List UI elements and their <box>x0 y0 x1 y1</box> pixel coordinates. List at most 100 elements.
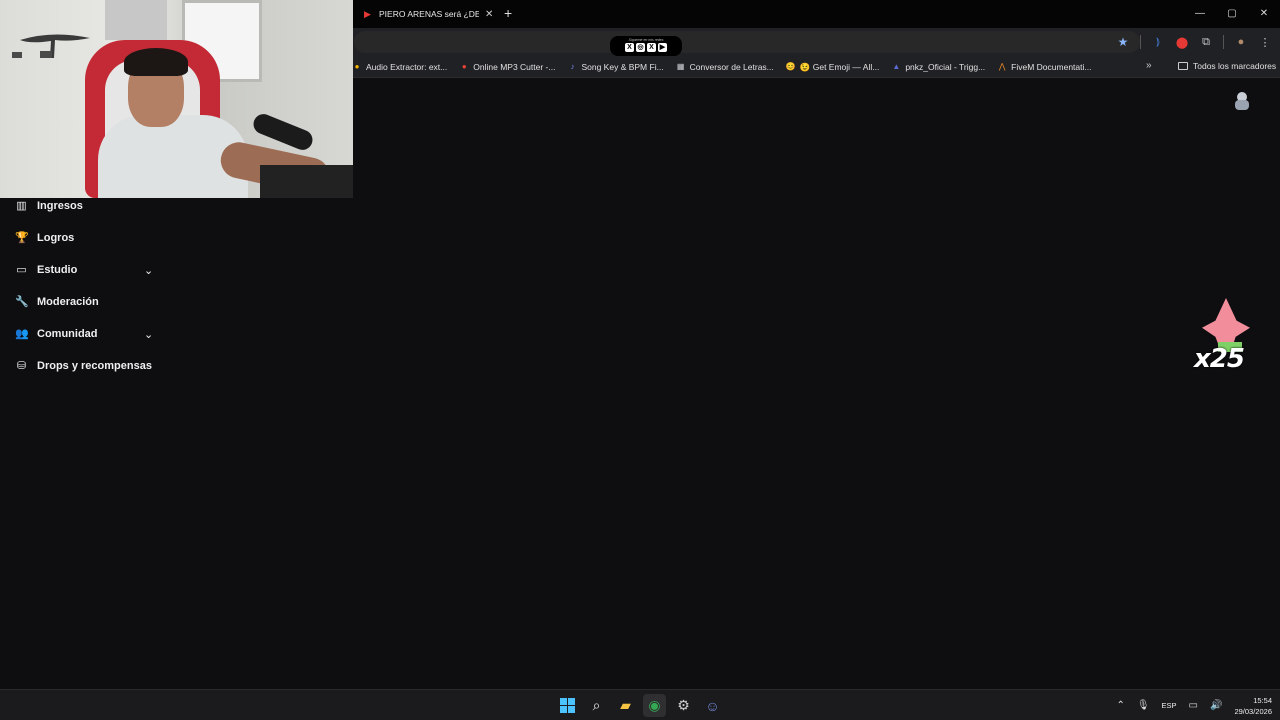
bookmark-audio-extractor[interactable]: ● Audio Extractor: ext... <box>352 62 448 72</box>
studio-icon: ▭ <box>16 263 27 276</box>
minimize-button[interactable]: — <box>1184 0 1216 28</box>
drops-icon: ⛁ <box>16 359 27 372</box>
all-bookmarks-button[interactable]: Todos los marcadores <box>1178 61 1276 71</box>
chrome-icon: ◉ <box>648 697 661 713</box>
network-icon[interactable]: ▭ <box>1189 700 1198 711</box>
webcam-overlay <box>0 0 353 198</box>
search-icon: ⌕ <box>592 697 601 713</box>
steam-icon: ⚙ <box>677 697 690 713</box>
mascot-icon <box>1235 92 1249 110</box>
youtube-favicon-icon: ▶ <box>364 9 371 19</box>
sidebar-item-estudio[interactable]: ▭ Estudio ⌄ <box>0 254 170 286</box>
bookmark-song-key[interactable]: ♪ Song Key & BPM Fi... <box>567 62 663 72</box>
music-note-icon: ♪ <box>570 62 575 71</box>
bookmark-label: pnkz_Oficial - Trigg... <box>905 62 986 72</box>
chevron-up-icon[interactable]: ⌃ <box>1116 700 1124 711</box>
new-tab-button[interactable]: + <box>504 5 512 21</box>
microphone-icon[interactable]: 🎙 <box>1137 700 1150 711</box>
tab-title: PIERO ARENAS será ¿DENU <box>379 9 479 19</box>
social-caption: Sígueme en mis redes <box>628 38 664 42</box>
all-bookmarks-label: Todos los marcadores <box>1193 61 1277 71</box>
window-controls: — ▢ ✕ <box>1184 0 1280 28</box>
wrench-icon: 🔧 <box>15 295 29 308</box>
windows-logo-icon <box>560 698 575 713</box>
sidebar-item-label: Drops y recompensas <box>37 360 152 372</box>
grid-icon: ▦ <box>676 62 685 71</box>
bookmark-favicon-icon: ● <box>461 62 467 71</box>
patrick-star-overlay: x25 <box>1188 298 1254 378</box>
chrome-button[interactable]: ◉ <box>643 694 666 717</box>
folder-icon: ▰ <box>620 697 631 713</box>
trophy-icon: 🏆 <box>15 231 29 244</box>
discord-icon: ☺ <box>705 697 720 714</box>
shelf <box>105 0 167 40</box>
instagram-icon: ◎ <box>636 43 645 52</box>
bookmark-fivem-docs[interactable]: ⋀ FiveM Documentati... <box>997 62 1092 72</box>
social-media-badge: Sígueme en mis redes X ◎ X ▶ <box>610 36 682 56</box>
shield-extension-icon[interactable]: ⬤ <box>1175 35 1189 49</box>
clock-date: 29/03/2026 <box>1234 706 1272 716</box>
x-icon: X <box>625 43 634 52</box>
chrome-menu-icon[interactable]: ⋮ <box>1258 35 1272 49</box>
multiplier-label: x25 <box>1194 344 1245 374</box>
language-indicator[interactable]: ESP <box>1162 701 1177 710</box>
sidebar-item-drops[interactable]: ⛁ Drops y recompensas <box>0 350 170 382</box>
community-icon: 👥 <box>15 327 29 340</box>
clock-time: 15:54 <box>1253 695 1272 705</box>
tab-close-icon[interactable]: ✕ <box>485 9 493 20</box>
bookmark-label: Online MP3 Cutter -... <box>473 62 556 72</box>
sidebar-item-label: Ingresos <box>37 200 83 212</box>
creator-dashboard-sidebar: ▥ Ingresos 🏆 Logros ▭ Estudio ⌄ 🔧 Modera… <box>0 190 170 382</box>
taskbar-apps: ⌕ ▰ ◉ ⚙ ☺ <box>556 694 724 717</box>
sidebar-item-label: Estudio <box>37 264 78 276</box>
close-window-button[interactable]: ✕ <box>1248 0 1280 28</box>
bookmark-label: 😉 Get Emoji — All... <box>799 61 880 72</box>
bookmark-label: Conversor de Letras... <box>689 62 774 72</box>
sidebar-item-moderacion[interactable]: 🔧 Moderación <box>0 286 170 318</box>
x-icon: X <box>647 43 656 52</box>
file-explorer-button[interactable]: ▰ <box>614 694 637 717</box>
bookmark-star-icon[interactable]: ★ <box>1116 35 1130 49</box>
triangle-icon: ▲ <box>892 62 901 71</box>
toolbar-divider <box>1140 35 1141 49</box>
streamer-hair <box>124 48 188 76</box>
clock[interactable]: 15:54 29/03/2026 <box>1234 695 1272 717</box>
chevron-down-icon[interactable]: ⌄ <box>144 264 154 277</box>
extensions-puzzle-icon[interactable]: ⧉ <box>1199 35 1213 49</box>
bookmark-label: Song Key & BPM Fi... <box>581 62 664 72</box>
bookmark-label: FiveM Documentati... <box>1011 62 1092 72</box>
start-button[interactable] <box>556 694 579 717</box>
fivem-icon: ⋀ <box>998 62 1006 71</box>
bookmark-pnkz[interactable]: ▲ pnkz_Oficial - Trigg... <box>891 62 985 72</box>
address-bar[interactable] <box>354 31 1140 53</box>
sidebar-item-label: Moderación <box>37 296 99 308</box>
tree-wall-decal <box>12 34 90 58</box>
windows-taskbar: ⌕ ▰ ◉ ⚙ ☺ ⌃ 🎙 ESP ▭ 🔊 15:54 29/03/2026 <box>0 689 1280 720</box>
browser-tab[interactable]: ▶ PIERO ARENAS será ¿DENU ✕ <box>354 2 498 26</box>
read-aloud-extension-icon[interactable]: ⦆ <box>1151 35 1165 49</box>
toolbar-actions: ★ ⦆ ⬤ ⧉ ● ⋮ <box>1116 28 1272 56</box>
desk <box>260 165 353 198</box>
sidebar-item-logros[interactable]: 🏆 Logros <box>0 222 170 254</box>
bookmark-conversor-letras[interactable]: ▦ Conversor de Letras... <box>676 62 774 72</box>
more-bookmarks-button[interactable]: » <box>1146 60 1152 71</box>
bookmark-favicon-icon: ● <box>354 62 360 71</box>
discord-button[interactable]: ☺ <box>701 694 724 717</box>
profile-avatar[interactable]: ● <box>1234 35 1248 49</box>
volume-icon[interactable]: 🔊 <box>1210 700 1222 711</box>
chevron-down-icon[interactable]: ⌄ <box>144 328 154 341</box>
restore-button[interactable]: ▢ <box>1216 0 1248 28</box>
sidebar-item-comunidad[interactable]: 👥 Comunidad ⌄ <box>0 318 170 350</box>
youtube-icon: ▶ <box>658 43 667 52</box>
toolbar-divider <box>1223 35 1224 49</box>
revenue-chart-icon: ▥ <box>16 199 27 212</box>
folder-icon <box>1178 62 1188 70</box>
bookmark-label: Audio Extractor: ext... <box>366 62 448 72</box>
bookmark-mp3-cutter[interactable]: ● Online MP3 Cutter -... <box>459 62 556 72</box>
steam-button[interactable]: ⚙ <box>672 694 695 717</box>
search-button[interactable]: ⌕ <box>585 694 608 717</box>
emoji-icon: 😊 <box>785 62 796 71</box>
bookmark-get-emoji[interactable]: 😊 😉 Get Emoji — All... <box>786 62 880 73</box>
sidebar-item-label: Comunidad <box>37 328 98 340</box>
sidebar-item-label: Logros <box>37 232 75 244</box>
